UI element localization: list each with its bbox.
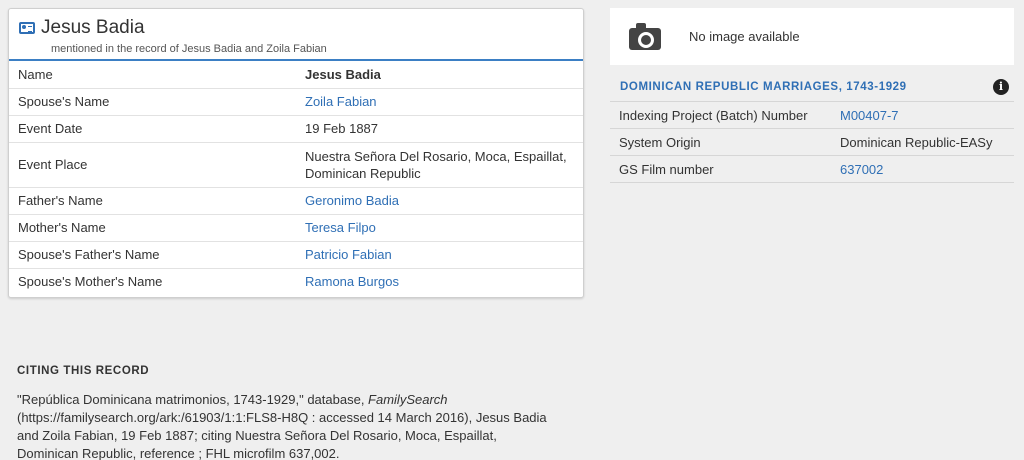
citation-database-name: FamilySearch — [368, 392, 448, 407]
person-card-icon — [19, 22, 35, 34]
table-row: Mother's Name Teresa Filpo — [9, 214, 583, 241]
mention-text: mentioned in the record of Jesus Badia a… — [51, 43, 327, 55]
record-details-table: Name Jesus Badia Spouse's Name Zoila Fab… — [9, 61, 583, 295]
row-label: Name — [18, 66, 53, 82]
citing-section: CITING THIS RECORD "República Dominicana… — [17, 365, 557, 460]
row-label: Spouse's Father's Name — [18, 247, 160, 262]
film-number-link[interactable]: 637002 — [840, 162, 883, 177]
person-name-title: Jesus Badia — [41, 17, 145, 38]
record-card: Jesus Badia mentioned in the record of J… — [8, 8, 584, 298]
collection-row: Indexing Project (Batch) Number M00407-7 — [610, 102, 1014, 129]
collection-panel: DOMINICAN REPUBLIC MARRIAGES, 1743-1929 … — [610, 72, 1014, 183]
citation-text-start: "República Dominicana matrimonios, 1743-… — [17, 392, 369, 407]
batch-number-link[interactable]: M00407-7 — [840, 108, 899, 123]
camera-icon — [629, 22, 661, 50]
collection-row: GS Film number 637002 — [610, 156, 1014, 183]
table-row: Spouse's Name Zoila Fabian — [9, 88, 583, 115]
spouse-name-link[interactable]: Zoila Fabian — [305, 88, 583, 115]
citation-text-rest: (https://familysearch.org/ark:/61903/1:1… — [17, 410, 547, 460]
spouse-mother-name-link[interactable]: Ramona Burgos — [305, 268, 583, 295]
table-row: Event Date 19 Feb 1887 — [9, 115, 583, 142]
collection-header: DOMINICAN REPUBLIC MARRIAGES, 1743-1929 … — [610, 72, 1014, 102]
row-value: 19 Feb 1887 — [305, 121, 379, 136]
table-row: Spouse's Mother's Name Ramona Burgos — [9, 268, 583, 295]
system-origin-value: Dominican Republic-EASy — [840, 134, 993, 150]
row-label: Event Date — [18, 121, 83, 136]
citing-title: CITING THIS RECORD — [17, 365, 150, 377]
collection-row-label: GS Film number — [619, 161, 714, 177]
spouse-father-name-link[interactable]: Patricio Fabian — [305, 241, 583, 268]
row-value: Jesus Badia — [305, 66, 381, 82]
title-row: Jesus Badia — [19, 17, 573, 39]
row-label: Father's Name — [18, 193, 103, 208]
collection-row: System Origin Dominican Republic-EASy — [610, 129, 1014, 156]
no-image-text: No image available — [689, 29, 800, 44]
record-header: Jesus Badia mentioned in the record of J… — [9, 9, 583, 61]
table-row: Father's Name Geronimo Badia — [9, 187, 583, 214]
row-label: Event Place — [18, 157, 88, 172]
father-name-link[interactable]: Geronimo Badia — [305, 187, 583, 214]
table-row: Name Jesus Badia — [9, 61, 583, 88]
row-value: Nuestra Señora Del Rosario, Moca, Espail… — [305, 148, 567, 181]
row-label: Mother's Name — [18, 220, 106, 235]
no-image-panel: No image available — [610, 8, 1014, 65]
citation-text: "República Dominicana matrimonios, 1743-… — [17, 391, 557, 460]
collection-title-link[interactable]: DOMINICAN REPUBLIC MARRIAGES, 1743-1929 — [620, 81, 907, 93]
info-icon[interactable]: i — [993, 78, 1009, 95]
row-label: Spouse's Name — [18, 94, 110, 109]
collection-row-label: System Origin — [619, 134, 701, 150]
table-row: Spouse's Father's Name Patricio Fabian — [9, 241, 583, 268]
collection-row-label: Indexing Project (Batch) Number — [619, 107, 808, 123]
table-row: Event Place Nuestra Señora Del Rosario, … — [9, 142, 583, 187]
mother-name-link[interactable]: Teresa Filpo — [305, 214, 583, 241]
row-label: Spouse's Mother's Name — [18, 274, 163, 290]
